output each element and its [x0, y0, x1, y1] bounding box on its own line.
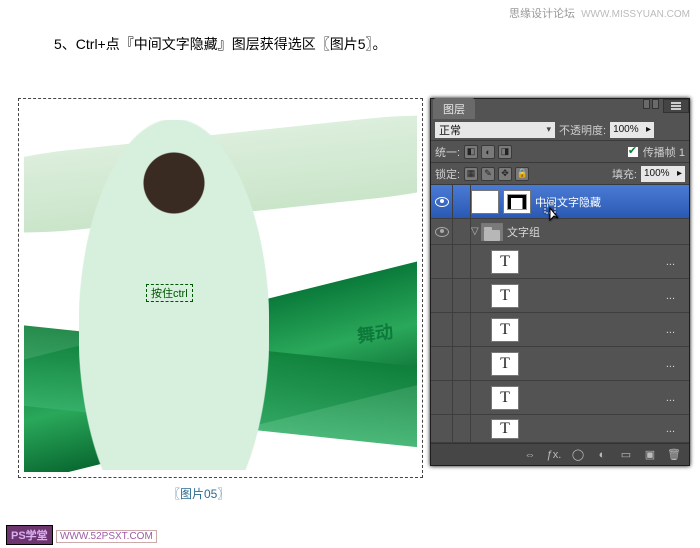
- fill-label: 填充:: [612, 166, 637, 182]
- document-canvas[interactable]: 按住ctrl 舞动: [24, 104, 417, 472]
- link-column[interactable]: [453, 415, 471, 442]
- link-column[interactable]: [453, 245, 471, 278]
- layer-mask-thumbnail[interactable]: [503, 190, 531, 214]
- lock-transparency-icon[interactable]: ▦: [464, 167, 478, 181]
- text-layer-icon: T: [491, 318, 519, 342]
- link-column[interactable]: [453, 381, 471, 414]
- layers-panel: 图层 正常 ▾ 不透明度: 100% ▸ 统一: ◧ ◐ ◨ 传播帧 1 锁定:…: [430, 98, 690, 466]
- delete-layer-icon[interactable]: 🗑: [667, 448, 681, 462]
- link-column[interactable]: [453, 313, 471, 346]
- ps-logo-badge: PS学堂: [6, 525, 53, 545]
- layer-name: 中间文字隐藏: [535, 194, 601, 210]
- propagate-frame-checkbox[interactable]: [627, 146, 639, 158]
- layer-name: ...: [523, 423, 685, 435]
- layer-row-text[interactable]: T ...: [431, 313, 689, 347]
- lock-buttons: ▦ ✎ ✥ 🔒: [464, 167, 529, 181]
- layer-name: ...: [523, 392, 685, 404]
- group-folder-icon: [481, 223, 503, 241]
- layers-list: 中间文字隐藏 ▽ 文字组 T ... T ... T: [431, 185, 689, 443]
- text-layer-icon: T: [491, 386, 519, 410]
- visibility-toggle[interactable]: [431, 313, 453, 346]
- unify-label: 统一:: [435, 144, 460, 160]
- adjustment-layer-icon[interactable]: ◐: [595, 448, 609, 462]
- new-group-icon[interactable]: ▭: [619, 448, 633, 462]
- panel-collapse-buttons[interactable]: [643, 99, 659, 109]
- layer-row-group[interactable]: ▽ 文字组: [431, 219, 689, 245]
- layer-row-text[interactable]: T ...: [431, 415, 689, 443]
- lock-all-icon[interactable]: 🔒: [515, 167, 529, 181]
- unify-row: 统一: ◧ ◐ ◨ 传播帧 1: [431, 141, 689, 163]
- layer-row-text[interactable]: T ...: [431, 279, 689, 313]
- visibility-toggle[interactable]: [431, 415, 453, 442]
- blend-mode-select[interactable]: 正常 ▾: [435, 122, 555, 138]
- blend-mode-value: 正常: [439, 122, 461, 138]
- hamburger-icon: [671, 105, 681, 107]
- dropdown-arrow-icon: ▾: [546, 124, 551, 135]
- visibility-toggle[interactable]: [431, 381, 453, 414]
- layer-fx-icon[interactable]: ƒx.: [547, 448, 561, 462]
- fill-value: 100%: [644, 168, 670, 179]
- link-column[interactable]: [453, 347, 471, 380]
- opacity-input[interactable]: 100% ▸: [610, 122, 654, 138]
- layer-row-text[interactable]: T ...: [431, 381, 689, 415]
- layer-name: ...: [523, 358, 685, 370]
- text-layer-icon: T: [491, 352, 519, 376]
- layer-name: ...: [523, 256, 685, 268]
- visibility-toggle[interactable]: [431, 279, 453, 312]
- visibility-eye-icon[interactable]: [435, 227, 449, 237]
- panel-menu-button[interactable]: [663, 99, 689, 113]
- link-column[interactable]: [453, 279, 471, 312]
- unify-position-icon[interactable]: ◧: [464, 145, 478, 159]
- group-twirl-icon[interactable]: ▽: [471, 226, 481, 237]
- ps-url-badge: WWW.52PSXT.COM: [56, 530, 157, 543]
- layer-row-selected[interactable]: 中间文字隐藏: [431, 185, 689, 219]
- fill-input[interactable]: 100% ▸: [641, 166, 685, 182]
- lock-fill-row: 锁定: ▦ ✎ ✥ 🔒 填充: 100% ▸: [431, 163, 689, 185]
- chevron-right-icon: ▸: [646, 124, 651, 135]
- unify-style-icon[interactable]: ◨: [498, 145, 512, 159]
- watermark-site: 思缘设计论坛: [509, 8, 575, 20]
- panel-collapse-right-icon[interactable]: [652, 99, 659, 109]
- group-name: 文字组: [507, 224, 540, 240]
- layer-row-text[interactable]: T ...: [431, 347, 689, 381]
- instruction-text: 5、Ctrl+点『中间文字隐藏』图层获得选区〖图片5〗。: [54, 34, 387, 54]
- watermark-url: WWW.MISSYUAN.COM: [581, 9, 690, 20]
- chevron-right-icon: ▸: [677, 168, 682, 179]
- layer-mask-icon[interactable]: ◯: [571, 448, 585, 462]
- ctrl-hint-label: 按住ctrl: [146, 284, 193, 302]
- visibility-toggle[interactable]: [431, 245, 453, 278]
- text-layer-icon: T: [491, 250, 519, 274]
- visibility-eye-icon[interactable]: [435, 197, 449, 207]
- text-layer-icon: T: [491, 284, 519, 308]
- propagate-label: 传播帧 1: [643, 144, 685, 160]
- layer-name: ...: [523, 290, 685, 302]
- link-layers-icon[interactable]: ⇔: [523, 448, 537, 462]
- image-caption: 〖图片05〗: [168, 485, 229, 502]
- canvas-selection-marquee: 按住ctrl 舞动: [18, 98, 423, 478]
- text-layer-icon: T: [491, 419, 519, 439]
- opacity-value: 100%: [613, 124, 639, 135]
- watermark: 思缘设计论坛 WWW.MISSYUAN.COM: [509, 5, 690, 21]
- link-column[interactable]: [453, 185, 471, 218]
- lock-position-icon[interactable]: ✥: [498, 167, 512, 181]
- ribbon-text: 舞动: [355, 318, 394, 349]
- opacity-label: 不透明度:: [559, 122, 606, 138]
- unify-visibility-icon[interactable]: ◐: [481, 145, 495, 159]
- panel-collapse-left-icon[interactable]: [643, 99, 650, 109]
- layer-row-text[interactable]: T ...: [431, 245, 689, 279]
- unify-buttons: ◧ ◐ ◨: [464, 145, 512, 159]
- panel-tabs: 图层: [431, 99, 689, 119]
- layer-thumbnail[interactable]: [471, 190, 499, 214]
- link-column[interactable]: [453, 219, 471, 244]
- blend-opacity-row: 正常 ▾ 不透明度: 100% ▸: [431, 119, 689, 141]
- lock-label: 锁定:: [435, 166, 460, 182]
- visibility-toggle[interactable]: [431, 347, 453, 380]
- tab-layers[interactable]: 图层: [433, 98, 475, 119]
- lock-image-icon[interactable]: ✎: [481, 167, 495, 181]
- layer-name: ...: [523, 324, 685, 336]
- new-layer-icon[interactable]: ▣: [643, 448, 657, 462]
- panel-footer: ⇔ ƒx. ◯ ◐ ▭ ▣ 🗑: [431, 443, 689, 465]
